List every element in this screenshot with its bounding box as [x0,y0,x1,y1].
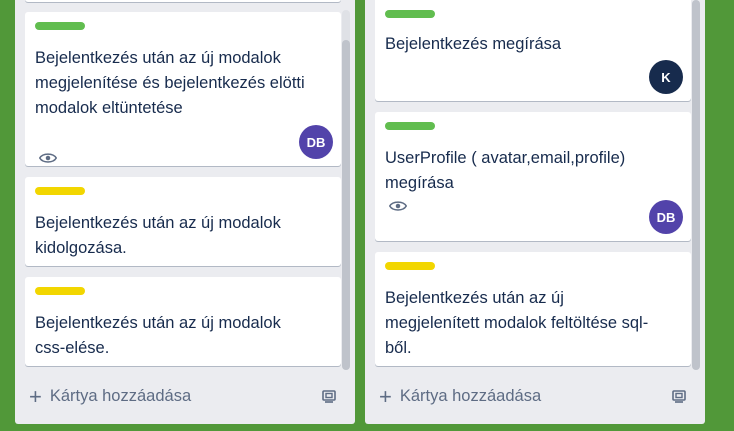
list-right: Bejelentkezés megírása K UserProfile ( a… [365,0,705,424]
card-title: Bejelentkezés megírása [385,35,562,53]
plus-icon: + [379,383,392,409]
add-card-label: Kártya hozzáadása [399,387,542,405]
eye-icon [389,201,407,211]
scrollbar[interactable] [342,10,350,370]
card[interactable]: Bejelentkezés után az új megjelenített m… [375,252,691,366]
add-card-button[interactable]: + Kártya hozzáadása [29,383,192,409]
yellow-label[interactable] [385,262,435,270]
eye-icon [39,153,57,163]
card-title: Bejelentkezés után az új modalok kidolgo… [35,214,281,257]
green-label[interactable] [35,22,85,30]
card-template-icon[interactable] [671,388,687,404]
list-left: Bejelentkezés után az új modalok megjele… [15,0,355,424]
plus-icon: + [29,383,42,409]
avatar[interactable]: DB [649,200,683,234]
scrollbar[interactable] [692,0,700,370]
green-label[interactable] [385,122,435,130]
card-title: Bejelentkezés után az új megjelenített m… [385,289,649,357]
card[interactable]: Bejelentkezés után az új modalok css-elé… [25,277,341,366]
avatar[interactable]: K [649,60,683,94]
card[interactable]: Bejelentkezés után az új modalok kidolgo… [25,177,341,266]
add-card-button[interactable]: + Kártya hozzáadása [379,383,542,409]
card-title: Bejelentkezés után az új modalok megjele… [35,49,305,117]
card-title: UserProfile ( avatar,email,profile) megí… [385,149,626,192]
card-template-icon[interactable] [321,388,337,404]
green-label[interactable] [385,10,435,18]
card-partial[interactable] [25,0,341,2]
card[interactable]: Bejelentkezés után az új modalok megjele… [25,12,341,166]
yellow-label[interactable] [35,287,85,295]
scrollbar-thumb[interactable] [692,0,700,370]
avatar[interactable]: DB [299,125,333,159]
card[interactable]: UserProfile ( avatar,email,profile) megí… [375,112,691,241]
card-title: Bejelentkezés után az új modalok css-elé… [35,314,281,357]
card[interactable]: Bejelentkezés megírása K [375,0,691,101]
yellow-label[interactable] [35,187,85,195]
add-card-label: Kártya hozzáadása [49,387,192,405]
scrollbar-thumb[interactable] [342,40,350,370]
